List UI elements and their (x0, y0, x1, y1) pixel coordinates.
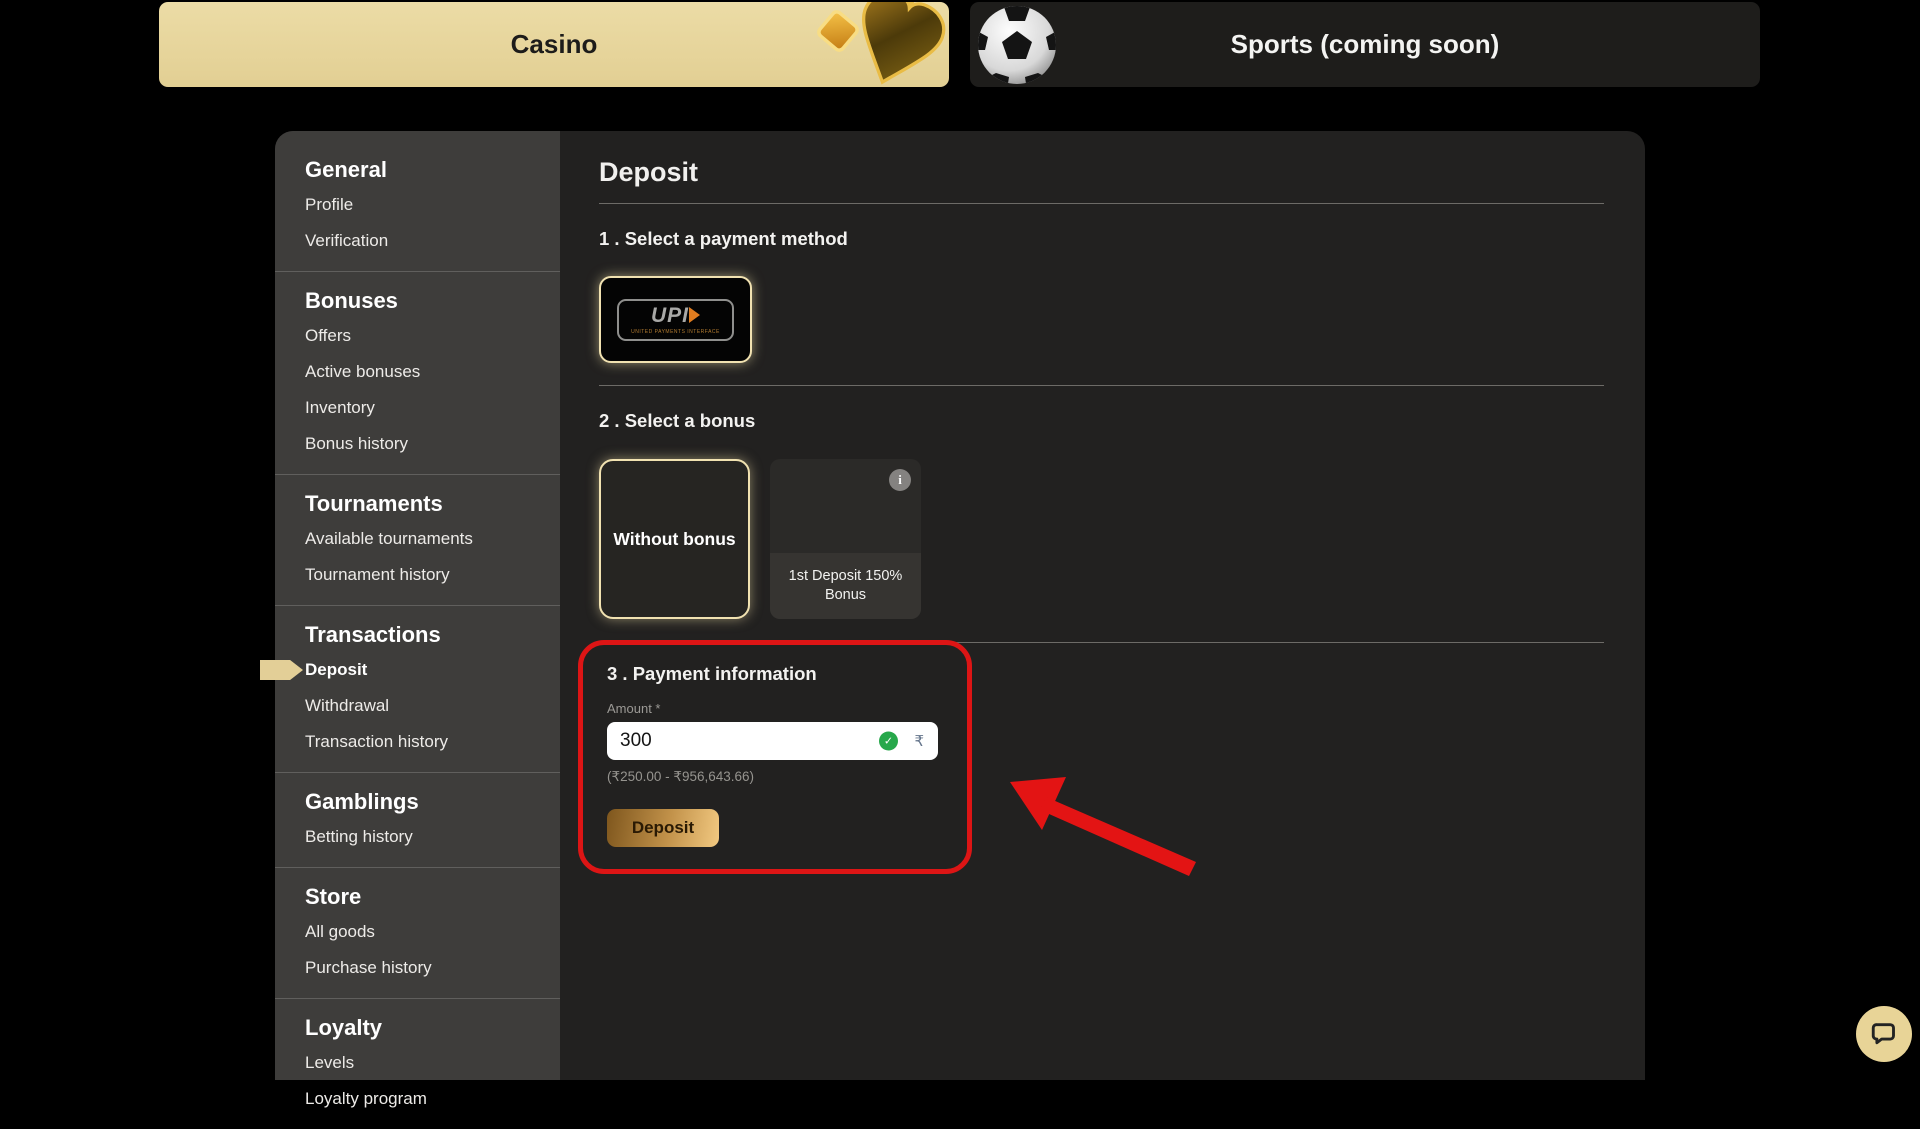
sidebar-section-title: Transactions (275, 622, 560, 648)
bonus-option-without-bonus[interactable]: Without bonus (599, 459, 750, 619)
sidebar-item-inventory[interactable]: Inventory (275, 390, 560, 426)
sidebar-item-withdrawal[interactable]: Withdrawal (275, 688, 560, 724)
sidebar-section-title: Store (275, 884, 560, 910)
bonus-options-row: Without bonus i 1st Deposit 150% Bonus (599, 459, 1604, 619)
sidebar-item-purchase-history[interactable]: Purchase history (275, 950, 560, 986)
amount-field-wrap: ✓ ₹ (607, 722, 938, 760)
card-suits-icon (809, 2, 949, 87)
info-icon[interactable]: i (889, 469, 911, 491)
bonus-option-first-deposit[interactable]: i 1st Deposit 150% Bonus (770, 459, 921, 619)
bonus-option-label: 1st Deposit 150% Bonus (770, 553, 921, 619)
sidebar-item-available-tournaments[interactable]: Available tournaments (275, 521, 560, 557)
divider (599, 203, 1604, 204)
sidebar-section-store: Store All goods Purchase history (275, 867, 560, 998)
soccer-ball-icon (972, 5, 1062, 85)
sidebar-item-active-bonuses[interactable]: Active bonuses (275, 354, 560, 390)
upi-logo: UPI UNITED PAYMENTS INTERFACE (617, 299, 734, 341)
top-tab-bar: Casino (0, 0, 1920, 90)
sidebar-section-bonuses: Bonuses Offers Active bonuses Inventory … (275, 271, 560, 474)
sidebar-item-loyalty-program[interactable]: Loyalty program (275, 1081, 560, 1117)
step1-heading: 1 . Select a payment method (599, 228, 1604, 250)
sidebar-item-deposit[interactable]: Deposit (275, 652, 560, 688)
divider (599, 385, 1604, 386)
deposit-submit-button[interactable]: Deposit (607, 809, 719, 847)
valid-check-icon: ✓ (879, 732, 898, 751)
currency-rupee-icon: ₹ (914, 732, 924, 750)
sidebar-section-title: General (275, 157, 560, 183)
sidebar-section-title: Bonuses (275, 288, 560, 314)
sidebar-section-transactions: Transactions Deposit Withdrawal Transact… (275, 605, 560, 772)
deposit-content: Deposit 1 . Select a payment method UPI … (560, 131, 1645, 1080)
upi-logo-text: UPI (651, 304, 689, 327)
amount-label: Amount * (607, 701, 943, 716)
page-title: Deposit (599, 157, 1604, 188)
sidebar-section-gamblings: Gamblings Betting history (275, 772, 560, 867)
sidebar-item-bonus-history[interactable]: Bonus history (275, 426, 560, 462)
account-panel: General Profile Verification Bonuses Off… (275, 131, 1645, 1080)
sidebar-item-profile[interactable]: Profile (275, 187, 560, 223)
bonus-option-label: Without bonus (613, 529, 735, 550)
sidebar-section-tournaments: Tournaments Available tournaments Tourna… (275, 474, 560, 605)
step3-heading: 3 . Payment information (607, 663, 943, 685)
sidebar-item-levels[interactable]: Levels (275, 1045, 560, 1081)
sidebar-section-title: Gamblings (275, 789, 560, 815)
sidebar-item-label: Deposit (305, 660, 367, 679)
sidebar-section-general: General Profile Verification (275, 141, 560, 271)
sidebar-item-all-goods[interactable]: All goods (275, 914, 560, 950)
sidebar-item-betting-history[interactable]: Betting history (275, 819, 560, 855)
sidebar: General Profile Verification Bonuses Off… (275, 131, 560, 1080)
tab-sports-label: Sports (coming soon) (1231, 29, 1500, 60)
payment-information-highlight: 3 . Payment information Amount * ✓ ₹ (₹2… (578, 640, 972, 874)
tab-casino[interactable]: Casino (159, 2, 949, 87)
amount-range-hint: (₹250.00 - ₹956,643.66) (607, 769, 943, 785)
chat-launcher-button[interactable] (1856, 1006, 1912, 1062)
tab-casino-label: Casino (511, 29, 598, 60)
sidebar-section-title: Loyalty (275, 1015, 560, 1041)
sidebar-item-offers[interactable]: Offers (275, 318, 560, 354)
upi-logo-caption: UNITED PAYMENTS INTERFACE (631, 329, 720, 335)
upi-arrow-icon (689, 307, 700, 323)
sidebar-item-verification[interactable]: Verification (275, 223, 560, 259)
tab-sports[interactable]: Sports (coming soon) (970, 2, 1760, 87)
payment-method-upi-card[interactable]: UPI UNITED PAYMENTS INTERFACE (599, 276, 752, 363)
sidebar-item-transaction-history[interactable]: Transaction history (275, 724, 560, 760)
chat-bubble-icon (1869, 1019, 1899, 1049)
sidebar-item-tournament-history[interactable]: Tournament history (275, 557, 560, 593)
sidebar-section-title: Tournaments (275, 491, 560, 517)
sidebar-section-loyalty: Loyalty Levels Loyalty program (275, 998, 560, 1129)
active-item-marker-icon (260, 660, 303, 680)
step2-heading: 2 . Select a bonus (599, 410, 1604, 432)
